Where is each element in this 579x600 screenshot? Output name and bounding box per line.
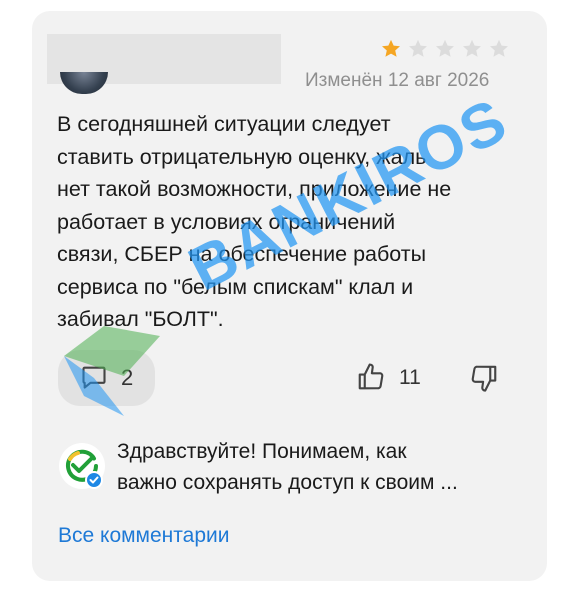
review-date: Изменён 12 авг 2026 xyxy=(305,70,490,91)
sber-logo-icon xyxy=(59,443,105,489)
star-empty-icon xyxy=(409,39,427,57)
company-reply-text[interactable]: Здравствуйте! Понимаем, как важно сохран… xyxy=(117,436,527,498)
thumbs-up-icon[interactable] xyxy=(356,362,386,392)
all-comments-link[interactable]: Все комментарии xyxy=(58,524,229,548)
rating-stars xyxy=(380,38,510,60)
thumbs-down-icon[interactable] xyxy=(469,363,499,393)
star-empty-icon xyxy=(463,39,481,57)
star-empty-icon xyxy=(436,39,454,57)
likes-count: 11 xyxy=(399,366,421,389)
star-filled-icon xyxy=(382,39,400,57)
watermark-logo-icon xyxy=(64,326,160,416)
star-empty-icon xyxy=(490,39,508,57)
